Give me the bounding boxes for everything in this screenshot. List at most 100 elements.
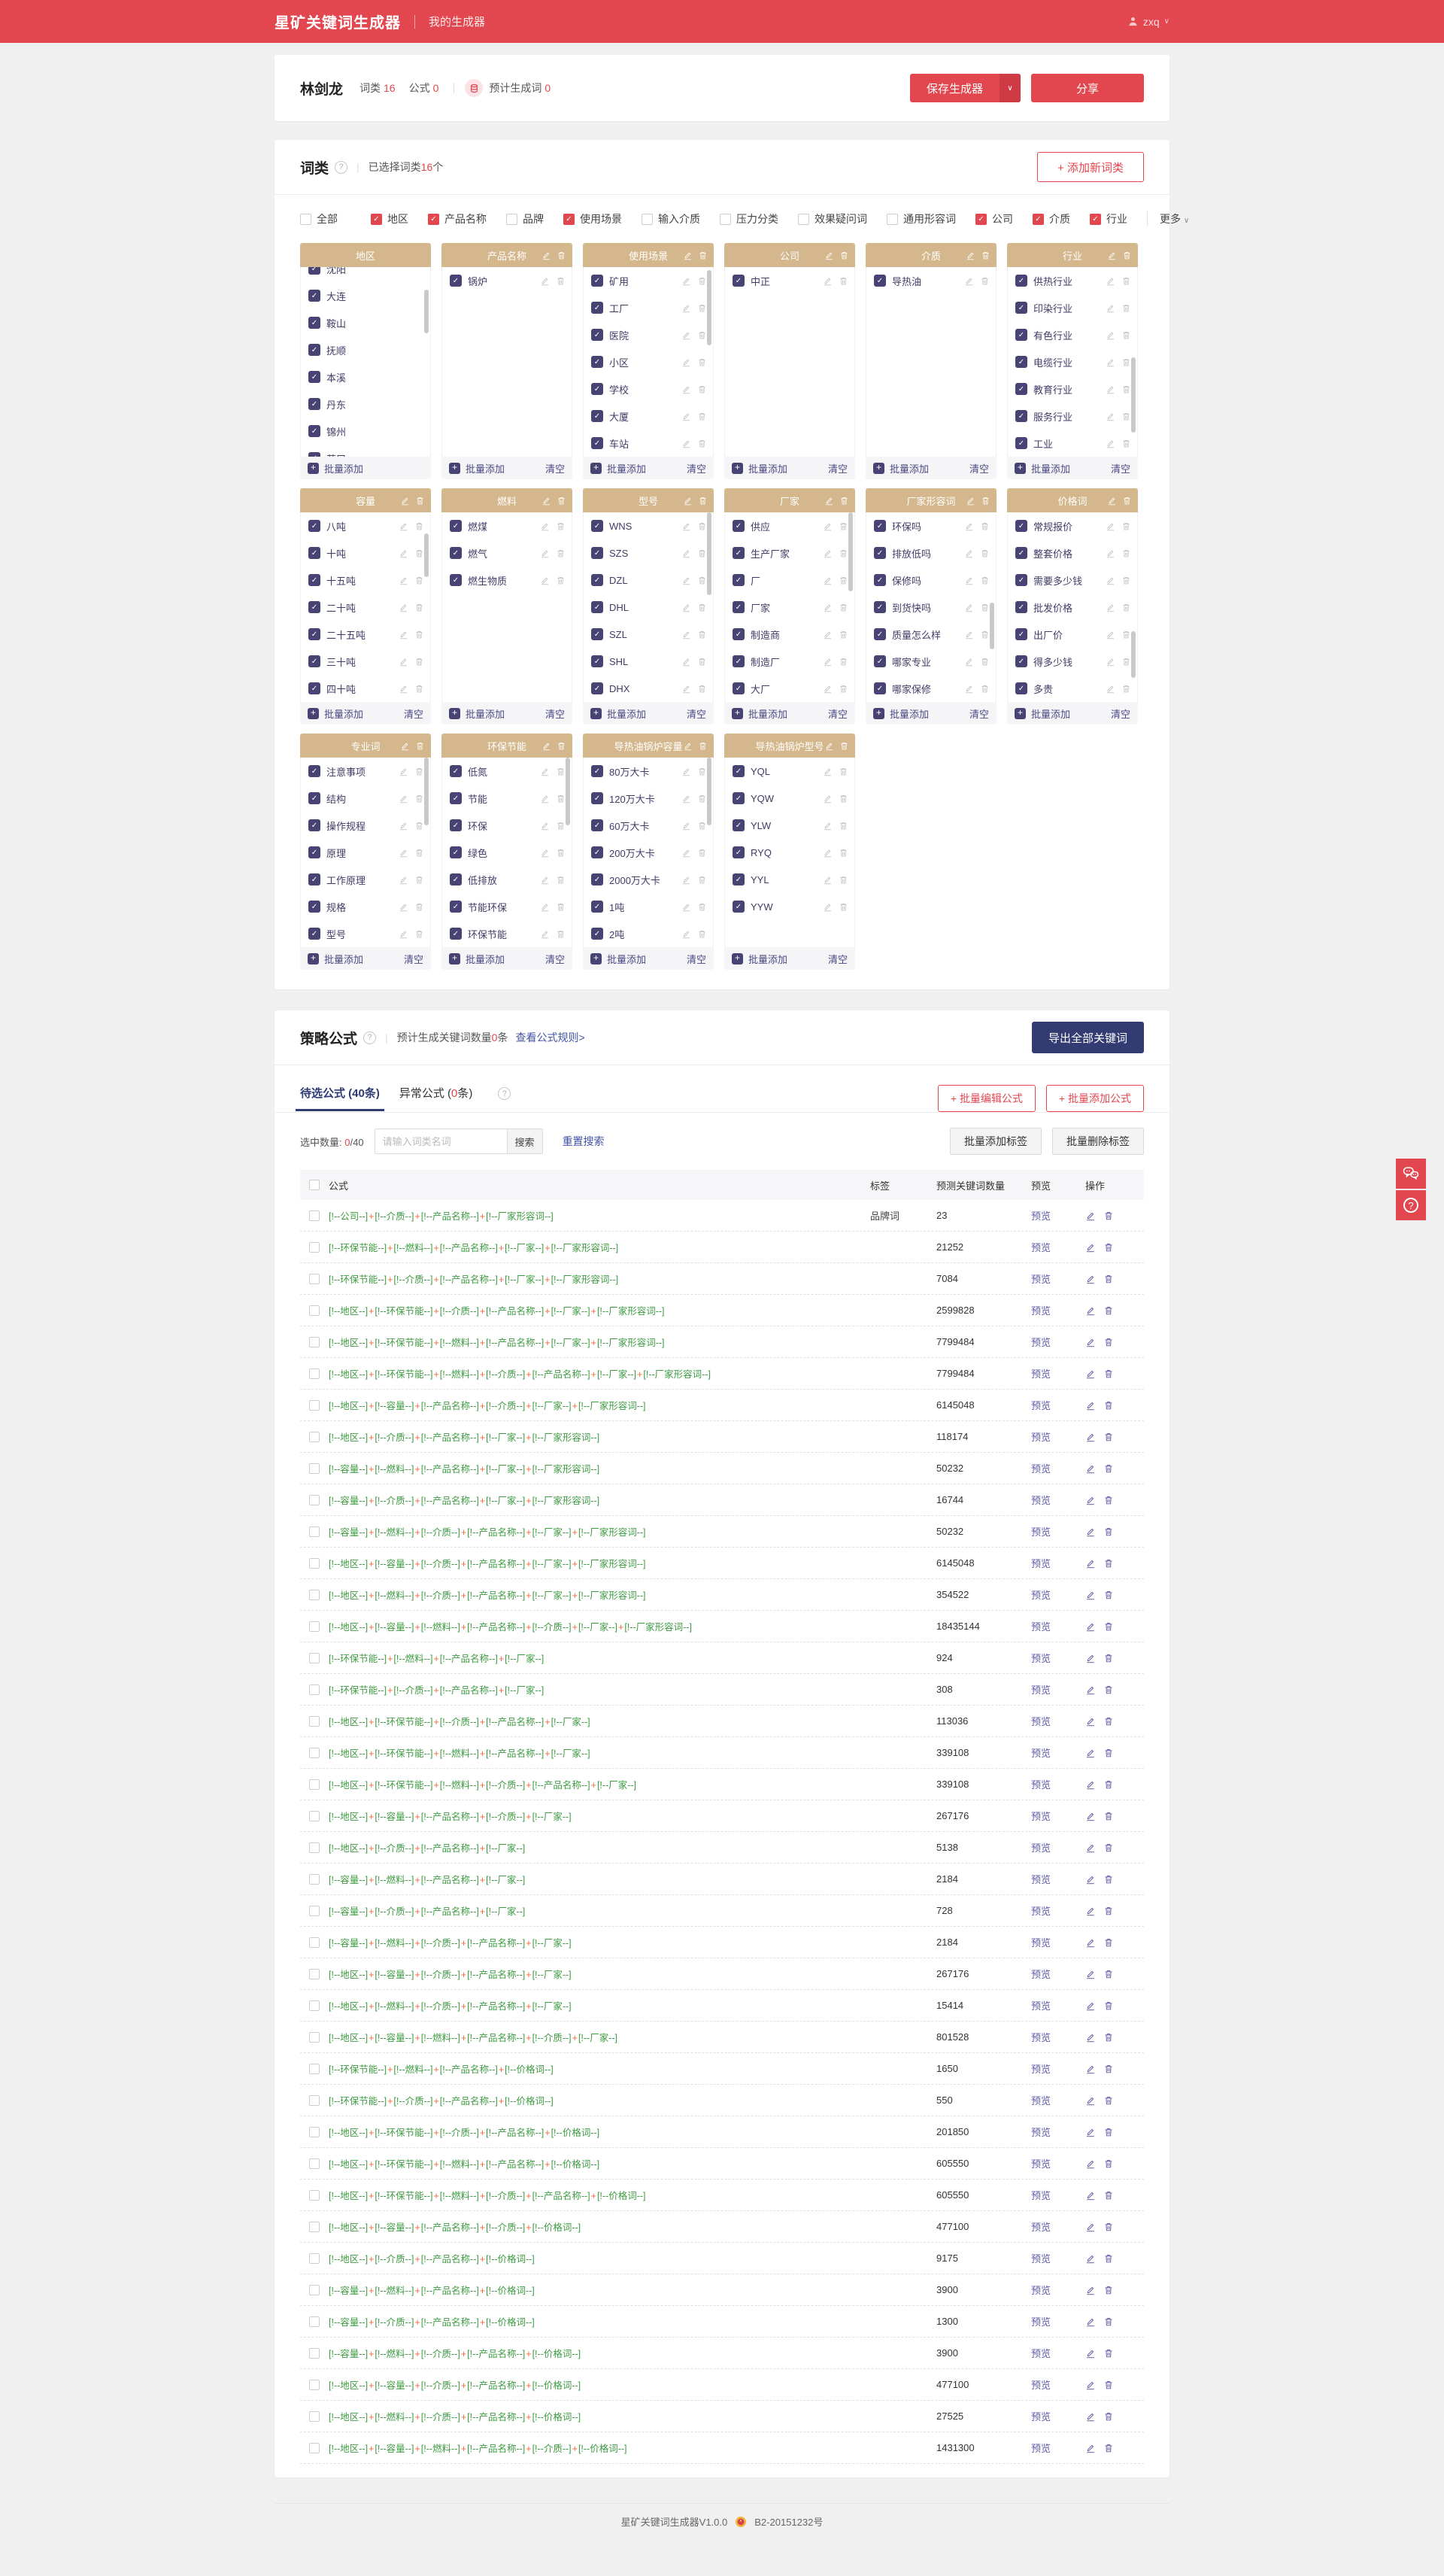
delete-icon[interactable] xyxy=(1121,684,1131,694)
checkbox-icon[interactable] xyxy=(300,213,311,225)
clear-button[interactable]: 清空 xyxy=(828,461,848,475)
edit-icon[interactable] xyxy=(1085,1684,1096,1695)
edit-icon[interactable] xyxy=(1107,251,1117,260)
delete-icon[interactable] xyxy=(697,794,707,803)
delete-icon[interactable] xyxy=(1103,1526,1114,1537)
checkbox-icon[interactable]: ✓ xyxy=(733,846,745,858)
scrollbar-thumb[interactable] xyxy=(424,533,429,577)
edit-icon[interactable] xyxy=(681,684,691,694)
checkbox-icon[interactable]: ✓ xyxy=(733,819,745,831)
edit-icon[interactable] xyxy=(823,794,833,803)
reset-search-link[interactable]: 重置搜索 xyxy=(563,1134,605,1149)
edit-icon[interactable] xyxy=(1085,2158,1096,2169)
scrollbar-thumb[interactable] xyxy=(848,512,853,591)
delete-icon[interactable] xyxy=(1103,1969,1114,1979)
batch-add-button[interactable]: + 批量添加 xyxy=(1015,461,1070,475)
batch-edit-formula-button[interactable]: + 批量编辑公式 xyxy=(937,1085,1036,1112)
checkbox-icon[interactable] xyxy=(720,213,731,225)
delete-icon[interactable] xyxy=(697,767,707,776)
edit-icon[interactable] xyxy=(964,276,974,286)
checkbox-icon[interactable]: ✓ xyxy=(308,344,320,356)
delete-icon[interactable] xyxy=(980,276,990,286)
delete-icon[interactable] xyxy=(697,330,707,340)
checkbox-icon[interactable]: ✓ xyxy=(308,928,320,940)
formula-rules-link[interactable]: 查看公式规则> xyxy=(515,1030,584,1045)
delete-icon[interactable] xyxy=(697,848,707,858)
delete-icon[interactable] xyxy=(556,276,566,286)
edit-icon[interactable] xyxy=(823,521,833,531)
edit-icon[interactable] xyxy=(1106,657,1115,667)
checkbox-icon[interactable]: ✓ xyxy=(733,520,745,532)
edit-icon[interactable] xyxy=(681,357,691,367)
delete-icon[interactable] xyxy=(1103,1716,1114,1727)
delete-icon[interactable] xyxy=(839,630,848,639)
checkbox-icon[interactable]: ✓ xyxy=(450,574,462,586)
checkbox-icon[interactable]: ✓ xyxy=(874,574,886,586)
delete-icon[interactable] xyxy=(556,576,566,585)
batch-add-button[interactable]: + 批量添加 xyxy=(732,952,787,966)
checkbox-icon[interactable]: ✓ xyxy=(591,329,603,341)
clear-button[interactable]: 清空 xyxy=(969,461,989,475)
batch-add-button[interactable]: + 批量添加 xyxy=(449,952,505,966)
contact-chat-button[interactable] xyxy=(1396,1159,1426,1189)
checkbox-icon[interactable]: ✓ xyxy=(450,792,462,804)
checkbox-icon[interactable]: ✓ xyxy=(733,655,745,667)
edit-icon[interactable] xyxy=(1106,603,1115,612)
checkbox-icon[interactable]: ✓ xyxy=(1015,383,1027,395)
delete-icon[interactable] xyxy=(556,548,566,558)
batch-add-button[interactable]: + 批量添加 xyxy=(308,952,363,966)
row-checkbox[interactable] xyxy=(309,2126,320,2137)
edit-icon[interactable] xyxy=(1085,2316,1096,2327)
checkbox-icon[interactable]: ✓ xyxy=(450,819,462,831)
search-button[interactable]: 搜索 xyxy=(506,1129,543,1154)
scrollbar-thumb[interactable] xyxy=(424,758,429,825)
delete-icon[interactable] xyxy=(839,496,849,506)
delete-icon[interactable] xyxy=(1121,276,1131,286)
clear-button[interactable]: 清空 xyxy=(828,952,848,966)
preview-link[interactable]: 预览 xyxy=(1031,1558,1051,1569)
row-checkbox[interactable] xyxy=(309,2095,320,2106)
delete-icon[interactable] xyxy=(1103,2316,1114,2327)
checkbox-icon[interactable]: ✓ xyxy=(1015,437,1027,449)
delete-icon[interactable] xyxy=(1103,1211,1114,1221)
delete-icon[interactable] xyxy=(697,603,707,612)
checkbox-icon[interactable]: ✓ xyxy=(428,213,439,225)
edit-icon[interactable] xyxy=(400,496,410,506)
checkbox-icon[interactable]: ✓ xyxy=(308,398,320,410)
delete-icon[interactable] xyxy=(980,521,990,531)
clear-button[interactable]: 清空 xyxy=(1111,706,1130,721)
delete-icon[interactable] xyxy=(839,741,849,751)
delete-icon[interactable] xyxy=(1103,1558,1114,1569)
delete-icon[interactable] xyxy=(414,902,424,912)
checkbox-icon[interactable]: ✓ xyxy=(591,356,603,368)
delete-icon[interactable] xyxy=(1121,357,1131,367)
filter-输入介质[interactable]: 输入介质 xyxy=(642,211,700,226)
delete-icon[interactable] xyxy=(1103,2064,1114,2074)
add-wordclass-button[interactable]: + 添加新词类 xyxy=(1037,152,1144,182)
row-checkbox[interactable] xyxy=(309,1621,320,1632)
batch-add-button[interactable]: + 批量添加 xyxy=(732,706,787,721)
edit-icon[interactable] xyxy=(966,496,975,506)
edit-icon[interactable] xyxy=(1085,1969,1096,1979)
row-checkbox[interactable] xyxy=(309,1210,320,1221)
help-icon[interactable]: ? xyxy=(498,1087,511,1100)
preview-link[interactable]: 预览 xyxy=(1031,1590,1051,1601)
checkbox-icon[interactable]: ✓ xyxy=(733,682,745,694)
edit-icon[interactable] xyxy=(823,630,833,639)
user-menu[interactable]: zxq ∨ xyxy=(1127,16,1169,28)
checkbox-icon[interactable]: ✓ xyxy=(874,275,886,287)
delete-icon[interactable] xyxy=(1103,1274,1114,1284)
checkbox-icon[interactable]: ✓ xyxy=(591,628,603,640)
preview-link[interactable]: 预览 xyxy=(1031,2316,1051,2328)
batch-add-button[interactable]: + 批量添加 xyxy=(873,461,929,475)
delete-icon[interactable] xyxy=(556,875,566,885)
preview-link[interactable]: 预览 xyxy=(1031,2095,1051,2107)
delete-icon[interactable] xyxy=(1103,2411,1114,2422)
delete-icon[interactable] xyxy=(414,875,424,885)
edit-icon[interactable] xyxy=(681,794,691,803)
batch-add-button[interactable]: + 批量添加 xyxy=(449,706,505,721)
checkbox-icon[interactable]: ✓ xyxy=(308,655,320,667)
delete-icon[interactable] xyxy=(1103,1937,1114,1948)
edit-icon[interactable] xyxy=(964,548,974,558)
checkbox-icon[interactable]: ✓ xyxy=(450,846,462,858)
